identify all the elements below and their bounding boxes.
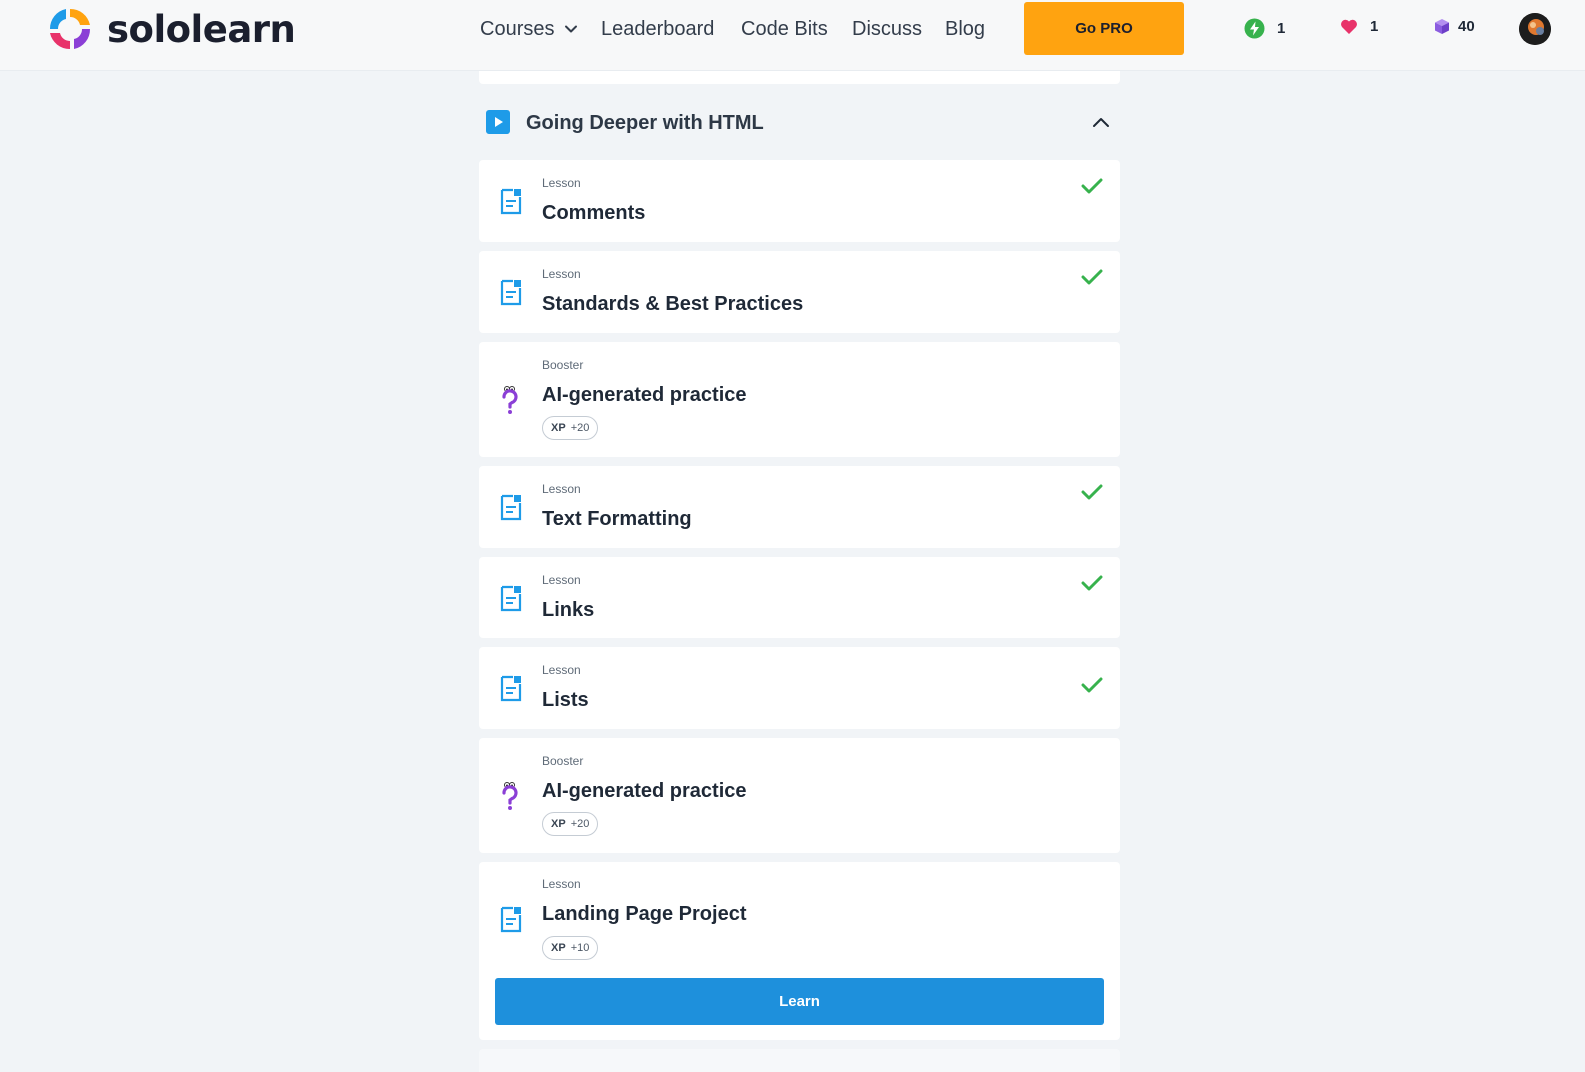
item-title: Lists [542,689,589,711]
item-title: Comments [542,202,646,224]
item-title: AI-generated practice [542,780,747,802]
checkmark-icon [1081,484,1103,500]
streak-counter[interactable]: 1 [1244,18,1285,39]
heart-icon [1341,19,1357,34]
avatar[interactable] [1519,13,1551,45]
lesson-icon [500,188,522,215]
checkmark-icon [1081,575,1103,591]
item-kind: Lesson [542,877,581,891]
checkmark-icon [1081,677,1103,693]
top-navigation-bar: sololearn Courses Leaderboard Code Bits … [0,0,1585,71]
chevron-down-icon [565,25,578,33]
hearts-counter[interactable]: 1 [1340,18,1378,35]
lightning-icon [1244,18,1265,39]
section-title: Going Deeper with HTML [526,112,764,134]
lesson-icon [500,279,522,306]
play-icon [486,110,510,134]
nav-code-bits[interactable]: Code Bits [741,16,828,42]
gems-count: 40 [1458,18,1475,35]
item-kind: Lesson [542,663,581,677]
item-title: Standards & Best Practices [542,293,804,315]
list-item[interactable]: Lesson Links [479,557,1120,638]
question-mark-icon [502,782,518,810]
go-pro-button[interactable]: Go PRO [1024,2,1184,55]
gems-counter[interactable]: 40 [1434,18,1475,35]
item-title: Text Formatting [542,508,692,530]
streak-count: 1 [1277,20,1286,37]
chevron-up-icon[interactable] [1092,115,1110,129]
avatar-image [1519,13,1551,45]
list-item[interactable]: Lesson Text Formatting [479,466,1120,548]
question-mark-icon [502,386,518,414]
nav-leaderboard[interactable]: Leaderboard [601,16,714,42]
xp-label: XP [551,818,566,830]
item-title: Landing Page Project [542,903,747,925]
xp-badge: XP +20 [542,812,599,836]
checkmark-icon [1081,269,1103,285]
list-item[interactable]: Lesson Comments [479,160,1120,242]
sololearn-logo-icon [49,8,91,50]
checkmark-icon [1081,178,1103,194]
nav-blog[interactable]: Blog [945,16,985,42]
item-title: Links [542,599,595,621]
xp-badge: XP +10 [542,936,599,960]
nav-courses[interactable]: Courses [480,16,578,42]
item-kind: Booster [542,358,584,372]
item-kind: Lesson [542,267,581,281]
nav-discuss[interactable]: Discuss [852,16,922,42]
list-item[interactable]: Booster AI-generated practice XP +20 [479,738,1120,853]
item-kind: Lesson [542,176,581,190]
list-item[interactable]: Lesson Lists [479,647,1120,729]
section-header[interactable]: Going Deeper with HTML [479,102,1120,144]
item-kind: Booster [542,754,584,768]
xp-value: +20 [570,422,590,434]
gem-cube-icon [1435,19,1449,34]
lesson-icon [500,585,522,612]
list-item[interactable]: Lesson Standards & Best Practices [479,251,1120,333]
item-kind: Lesson [542,482,581,496]
xp-badge: XP +20 [542,416,599,440]
learn-button[interactable]: Learn [495,978,1104,1025]
next-section-card [479,1049,1120,1072]
list-item-current[interactable]: Lesson Landing Page Project XP +10 Learn [479,862,1120,1040]
lesson-icon [500,906,522,933]
xp-value: +10 [570,942,590,954]
sololearn-logo[interactable]: sololearn [46,5,296,53]
xp-value: +20 [570,818,590,830]
list-item[interactable]: Booster AI-generated practice XP +20 [479,342,1120,457]
lesson-icon [500,675,522,702]
lesson-icon [500,494,522,521]
previous-section-card [479,71,1120,84]
hearts-count: 1 [1370,18,1379,35]
nav-courses-label: Courses [480,18,555,40]
xp-label: XP [551,942,566,954]
item-title: AI-generated practice [542,384,747,406]
logo-text: sololearn [107,7,296,51]
xp-label: XP [551,422,566,434]
item-kind: Lesson [542,573,581,587]
